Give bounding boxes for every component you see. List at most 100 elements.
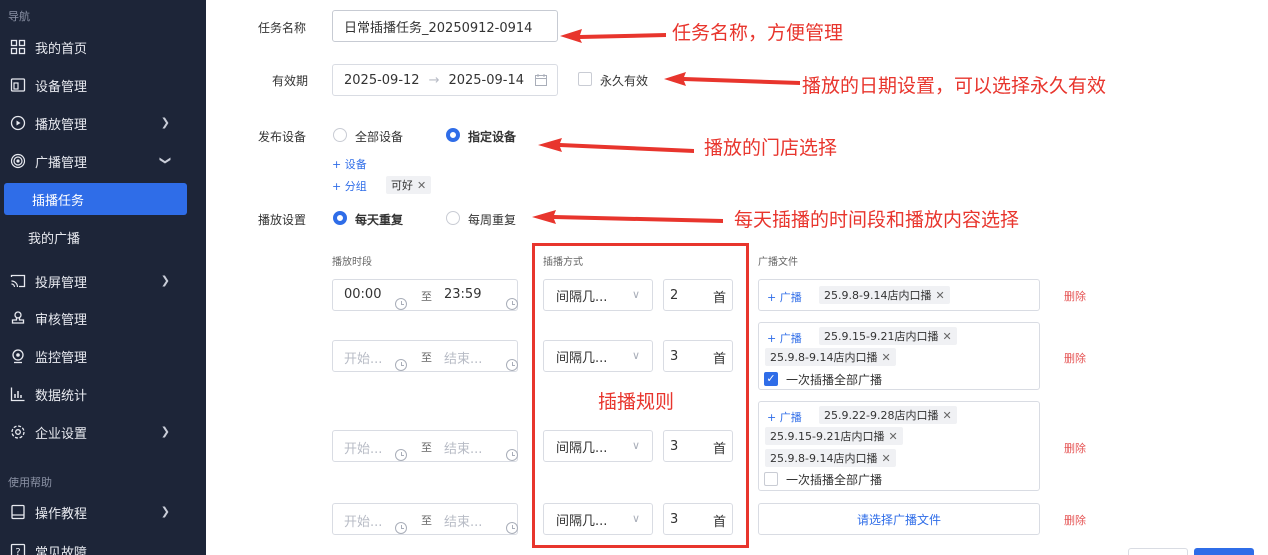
close-icon[interactable]: ✕ <box>881 351 890 364</box>
cancel-button[interactable] <box>1128 548 1188 555</box>
broadcast-icon <box>10 153 26 169</box>
repeat-weekly-radio[interactable] <box>446 211 460 225</box>
file-tag-label: 25.9.22-9.28店内口播 <box>824 409 939 422</box>
chevron-right-icon: ❯ <box>160 116 170 129</box>
play-all-label: 一次插播全部广播 <box>786 373 883 387</box>
clock-icon <box>506 359 518 371</box>
delete-row-button[interactable]: 删除 <box>1064 350 1086 366</box>
sidebar-item-review[interactable]: 审核管理 <box>0 303 206 333</box>
play-circle-icon <box>10 115 26 131</box>
time-start-placeholder: 开始... <box>344 442 383 457</box>
sidebar-item-stats[interactable]: 数据统计 <box>0 379 206 409</box>
time-range-input[interactable]: 开始... 至 结束... <box>332 503 518 535</box>
repeat-weekly-label: 每周重复 <box>468 213 517 227</box>
file-tag: 25.9.22-9.28店内口播 ✕ <box>819 406 957 424</box>
file-tag: 25.9.15-9.21店内口播 ✕ <box>765 427 903 445</box>
stamp-icon <box>10 310 26 326</box>
file-tag-label: 25.9.8-9.14店内口播 <box>824 289 932 302</box>
sidebar-item-playback[interactable]: 播放管理 ❯ <box>0 108 206 138</box>
sidebar-item-insert-task[interactable]: 插播任务 <box>4 183 187 215</box>
date-start: 2025-09-12 <box>344 72 420 88</box>
svg-text:?: ? <box>15 547 20 555</box>
device-specified-radio[interactable] <box>446 128 460 142</box>
group-tag: 可好 ✕ <box>386 176 432 194</box>
time-start: 00:00 <box>344 287 382 302</box>
date-range-picker[interactable]: 2025-09-12 → 2025-09-14 <box>332 64 558 96</box>
delete-row-button[interactable]: 删除 <box>1064 440 1086 456</box>
add-group-link[interactable]: + 分组 <box>332 178 367 194</box>
annotation-rule: 插播规则 <box>598 391 675 413</box>
permanent-checkbox[interactable] <box>578 72 592 86</box>
question-icon: ? <box>10 543 26 555</box>
sidebar-item-label: 数据统计 <box>35 388 88 404</box>
sidebar-item-monitor[interactable]: 监控管理 <box>0 341 206 371</box>
time-end-placeholder: 结束... <box>444 515 483 530</box>
sidebar-item-label: 监控管理 <box>35 350 88 366</box>
device-specified-label: 指定设备 <box>468 130 517 144</box>
device-label: 发布设备 <box>258 130 307 144</box>
sidebar-item-faq[interactable]: ? 常见故障 <box>0 536 206 555</box>
time-range-input[interactable]: 开始... 至 结束... <box>332 430 518 462</box>
repeat-daily-label: 每天重复 <box>355 213 404 227</box>
play-all-checkbox[interactable] <box>764 472 778 486</box>
select-file-button[interactable]: 请选择广播文件 <box>758 503 1040 535</box>
close-icon[interactable]: ✕ <box>881 452 890 465</box>
time-range-input[interactable]: 开始... 至 结束... <box>332 340 518 372</box>
file-tag-label: 25.9.15-9.21店内口播 <box>770 430 885 443</box>
sidebar-item-label: 我的首页 <box>35 41 88 57</box>
sidebar-item-my-broadcast[interactable]: 我的广播 <box>0 222 206 252</box>
to-label: 至 <box>421 351 432 364</box>
close-icon[interactable]: ✕ <box>942 409 951 422</box>
time-range-input[interactable]: 00:00 至 23:59 <box>332 279 518 311</box>
annotation-arrow <box>538 138 694 153</box>
clock-icon <box>395 298 407 310</box>
sidebar-item-label: 投屏管理 <box>35 275 88 291</box>
add-device-link[interactable]: + 设备 <box>332 156 367 172</box>
sidebar-item-tutorial[interactable]: 操作教程 ❯ <box>0 497 206 527</box>
sidebar-item-label: 设备管理 <box>35 79 88 95</box>
book-icon <box>10 504 26 520</box>
device-icon <box>10 77 26 93</box>
sidebar-item-label: 播放管理 <box>35 117 88 133</box>
sidebar-item-label: 常见故障 <box>35 545 88 555</box>
device-all-radio[interactable] <box>333 128 347 142</box>
play-all-checkbox[interactable]: ✓ <box>764 372 778 386</box>
sidebar-item-cast[interactable]: 投屏管理 ❯ <box>0 266 206 296</box>
task-name-label: 任务名称 <box>258 21 307 35</box>
cast-icon <box>10 273 26 289</box>
delete-row-button[interactable]: 删除 <box>1064 288 1086 304</box>
close-icon[interactable]: ✕ <box>942 330 951 343</box>
clock-icon <box>506 449 518 461</box>
file-tag: 25.9.8-9.14店内口播 ✕ <box>765 449 896 467</box>
task-name-input[interactable]: 日常插播任务_20250912-0914 <box>332 10 558 42</box>
sidebar-item-devices[interactable]: 设备管理 <box>0 70 206 100</box>
annotation-time: 每天插播的时间段和播放内容选择 <box>734 209 1020 231</box>
file-box: + 广播 25.9.15-9.21店内口播 ✕ 25.9.8-9.14店内口播 ✕ … <box>758 322 1040 390</box>
sidebar-item-enterprise[interactable]: 企业设置 ❯ <box>0 417 206 447</box>
submit-button[interactable] <box>1194 548 1254 555</box>
sidebar-item-label: 插播任务 <box>32 193 85 209</box>
sidebar-item-home[interactable]: 我的首页 <box>0 32 206 62</box>
close-icon[interactable]: ✕ <box>888 430 897 443</box>
col-header-files: 广播文件 <box>758 257 798 268</box>
clock-icon <box>506 298 518 310</box>
annotation-store: 播放的门店选择 <box>704 137 838 159</box>
annotation-arrow <box>532 210 723 224</box>
clock-icon <box>506 522 518 534</box>
sidebar-item-broadcast[interactable]: 广播管理 ❯ <box>0 146 206 176</box>
add-broadcast-link[interactable]: + 广播 <box>767 330 802 346</box>
annotation-arrow <box>560 29 666 43</box>
add-broadcast-link[interactable]: + 广播 <box>767 289 802 305</box>
time-start-placeholder: 开始... <box>344 515 383 530</box>
file-tag-label: 25.9.8-9.14店内口播 <box>770 351 878 364</box>
repeat-daily-radio[interactable] <box>333 211 347 225</box>
time-start-placeholder: 开始... <box>344 352 383 367</box>
file-box: + 广播 25.9.8-9.14店内口播 ✕ <box>758 279 1040 311</box>
close-icon[interactable]: ✕ <box>935 289 944 302</box>
close-icon[interactable]: ✕ <box>417 179 426 192</box>
clock-icon <box>395 522 407 534</box>
delete-row-button[interactable]: 删除 <box>1064 512 1086 528</box>
permanent-label: 永久有效 <box>600 74 649 88</box>
clock-icon <box>395 359 407 371</box>
add-broadcast-link[interactable]: + 广播 <box>767 409 802 425</box>
